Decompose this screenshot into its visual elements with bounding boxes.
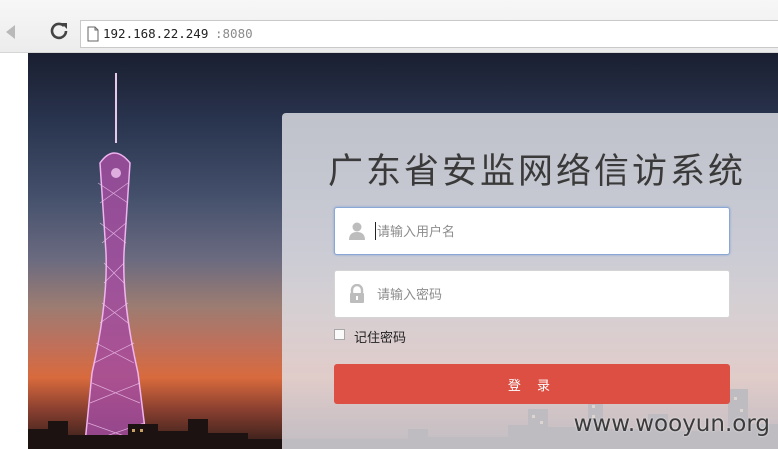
url-port: :8080: [215, 26, 253, 41]
login-button[interactable]: 登 录: [334, 364, 730, 404]
user-icon: [349, 222, 365, 240]
lock-icon: [350, 284, 364, 303]
password-input[interactable]: [375, 281, 719, 309]
username-input[interactable]: [375, 218, 719, 246]
address-bar[interactable]: 192.168.22.249 :8080: [80, 20, 778, 48]
username-field[interactable]: [334, 207, 730, 255]
remember-checkbox[interactable]: [334, 329, 345, 340]
login-panel: 广东省安监网络信访系统 记住密码 登 录: [282, 113, 778, 449]
system-title: 广东省安监网络信访系统: [328, 152, 747, 192]
watermark: www.wooyun.org: [573, 411, 770, 437]
url-host: 192.168.22.249: [103, 26, 209, 41]
browser-toolbar: 192.168.22.249 :8080: [0, 0, 778, 53]
reload-icon[interactable]: [48, 20, 70, 42]
password-field[interactable]: [334, 270, 730, 318]
remember-label: 记住密码: [354, 331, 407, 346]
back-arrow-icon[interactable]: [6, 25, 15, 39]
page-icon: [87, 26, 99, 42]
